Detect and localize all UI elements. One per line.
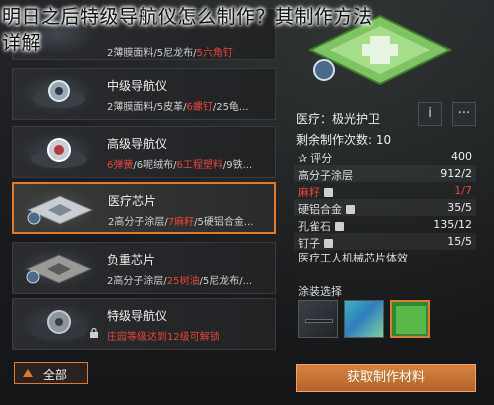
coating-option-crystal[interactable] [344,300,384,338]
unlock-requirement: 庄园等级达到12级可解锁 [107,332,220,343]
item-name: 特级导航仪 [107,309,168,323]
list-item-medical-chip[interactable]: 医疗芯片 2高分子涂层/7麻籽/5硬铝合金... [12,182,276,234]
material-row[interactable]: 孔雀石 135/12 [294,216,476,233]
page-title-line1: 明日之后特级导航仪怎么制作？其制作方法 [2,6,373,28]
lock-icon [90,328,98,338]
item-name: 高级导航仪 [107,137,168,151]
list-item-mid-navigator[interactable]: 中级导航仪 2薄膜面料/5皮革/6螺钉/25龟... [12,68,276,120]
filter-icon [23,369,33,377]
coating-label: 涂装选择 [298,285,342,298]
item-name: 负重芯片 [107,253,156,267]
list-item-special-navigator[interactable]: 特级导航仪 庄园等级达到12级可解锁 [12,298,276,350]
source-icon[interactable] [346,205,355,214]
load-chip-icon [19,247,97,289]
material-row: 高分子涂层 912/2 [294,165,476,182]
get-materials-button[interactable]: 获取制作材料 [296,364,476,392]
navigator-icon [19,303,97,345]
page-title: 明日之后特级导航仪怎么制作？其制作方法 详解 [2,4,494,56]
page-title-line2: 详解 [2,32,42,54]
navigator-icon [19,131,97,173]
source-icon[interactable] [324,239,333,248]
item-materials: 6弹簧/6呢绒布/6工程塑料/9铁... [107,160,253,171]
list-item-high-navigator[interactable]: 高级导航仪 6弹簧/6呢绒布/6工程塑料/9铁... [12,126,276,178]
coating-option-green[interactable] [390,300,430,338]
source-icon[interactable] [335,222,344,231]
item-materials: 2薄膜面料/5皮革/6螺钉/25龟... [107,102,249,113]
medical-chip-icon [20,188,98,230]
item-materials: 2高分子涂层/7麻籽/5硬铝合金... [108,217,254,228]
material-row[interactable]: 麻籽 1/7 [294,182,476,199]
item-name: 医疗芯片 [108,194,157,208]
list-item-load-chip[interactable]: 负重芯片 2高分子涂层/25树油/5尼龙布/... [12,242,276,294]
item-name: 中级导航仪 [107,79,168,93]
rating-row: ✰ 评分 400 [298,150,472,165]
material-row[interactable]: 钉子 15/5 [294,233,476,250]
detail-title: 医疗：极光护卫 [296,112,381,126]
item-materials: 2高分子涂层/25树油/5尼龙布/... [107,276,253,287]
material-row[interactable]: 硬铝合金 35/5 [294,199,476,216]
remaining-crafts: 剩余制作次数: 10 [296,133,392,147]
effect-row: 医疗工人机械芯片体效 [298,252,408,262]
filter-all-button[interactable]: 全部 [14,362,88,384]
info-button[interactable]: i [418,102,442,126]
navigator-icon [19,73,97,115]
coating-option-default[interactable] [298,300,338,338]
more-options-button[interactable]: ··· [452,102,476,126]
source-icon[interactable] [324,188,333,197]
star-icon: ✰ [298,152,308,165]
